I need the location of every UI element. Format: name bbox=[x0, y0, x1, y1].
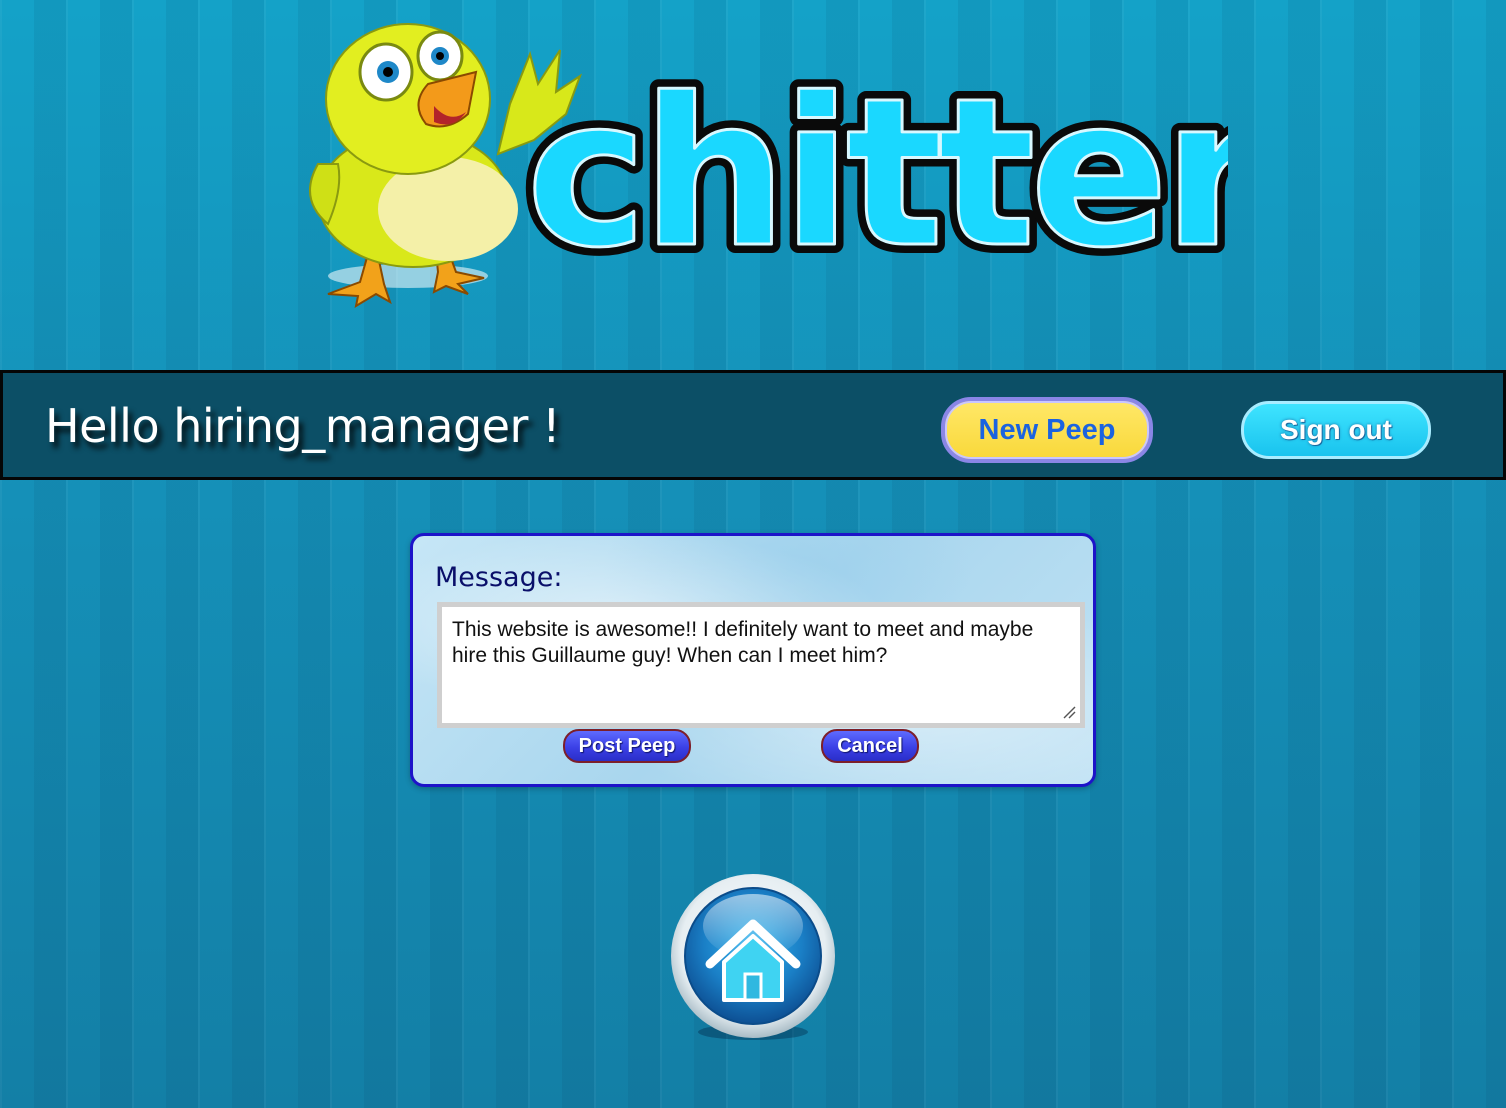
resize-grip-icon[interactable] bbox=[1062, 705, 1076, 719]
greeting-text: Hello hiring_manager ! bbox=[45, 399, 561, 453]
sign-out-button[interactable]: Sign out bbox=[1241, 401, 1431, 459]
message-textarea[interactable]: This website is awesome!! I definitely w… bbox=[437, 602, 1085, 728]
home-icon bbox=[671, 874, 835, 1040]
cancel-button[interactable]: Cancel bbox=[821, 729, 919, 763]
home-button[interactable] bbox=[668, 872, 838, 1042]
bird-mascot-icon: chitter chitter bbox=[309, 23, 1228, 309]
post-peep-button[interactable]: Post Peep bbox=[563, 729, 691, 763]
new-peep-button[interactable]: New Peep bbox=[941, 397, 1153, 463]
svg-text:chitter: chitter bbox=[526, 55, 1228, 293]
message-text: This website is awesome!! I definitely w… bbox=[452, 618, 1034, 667]
compose-peep-form: Message: This website is awesome!! I def… bbox=[410, 533, 1096, 787]
message-label: Message: bbox=[435, 562, 563, 593]
header-bar: Hello hiring_manager ! New Peep Sign out bbox=[0, 370, 1506, 480]
chitter-logo: chitter chitter bbox=[298, 14, 1228, 314]
